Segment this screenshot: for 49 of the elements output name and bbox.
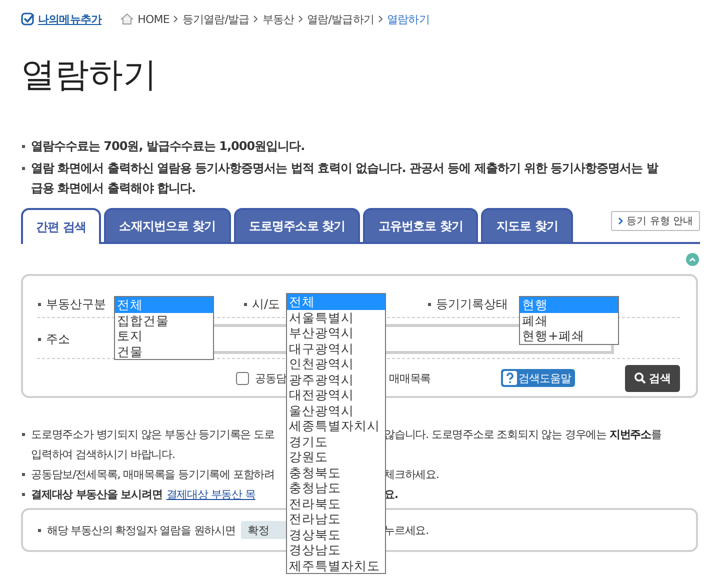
chevron-icon [378, 15, 384, 23]
chevron-icon [173, 15, 178, 23]
breadcrumb-item[interactable]: 열람/발급하기 [307, 12, 374, 26]
notice-text: 체크하세요. [384, 466, 439, 482]
guide-button[interactable]: 등기 유형 안내 [610, 211, 700, 231]
notice-text: 입력하여 검색하시기 바랍니다. [31, 446, 175, 462]
search-tab[interactable]: 소재지번으로 찾기 [104, 208, 231, 242]
list-option[interactable]: 집합건물 [115, 312, 213, 328]
dropdown-menu[interactable]: 전체 서울특별시 부산광역시 대구광역시 인천광역시 광주광역시 대전광역시 울산광역시 세종특별자치시 경기도 강원도 충청북도 충청남도 전라북도 전라남도 경상북도 경상남도 제주특별자치도 [286, 293, 386, 574]
search-tab[interactable]: 간편 검색 [21, 208, 102, 244]
checkbox-icon [21, 12, 35, 26]
chevron-icon [253, 15, 258, 23]
notice-text: 결제대상 부동산을 보시려면 [31, 486, 162, 502]
dropdown-menu[interactable]: 현행 폐쇄 현행+폐쇄 [519, 296, 619, 344]
search-icon [634, 372, 646, 384]
page-title: 열람하기 [21, 54, 158, 97]
notice-text: 열람 화면에서 출력하신 열람용 등기사항증명서는 법적 효력이 없습니다. 관공서 등에 제출하기 위한 등기사항증명서는 발급용 화면에서 출력해야 합니다. [21, 158, 661, 198]
list-option[interactable]: 폐쇄 [520, 312, 618, 328]
notice-text: 열람수수료는 700원, 발급수수료는 1,000원입니다. [21, 136, 661, 156]
list-option[interactable]: 서울특별시 [287, 310, 385, 325]
home-icon [120, 13, 134, 25]
breadcrumb-item[interactable]: 부동산 [262, 12, 294, 26]
field-label: 부동산구분 [37, 296, 106, 312]
notice-text: 않습니다. 도로명주소로 조회되지 않는 경우에는 지번주소를 [384, 426, 662, 442]
search-tab[interactable]: 고유번호로 찾기 [363, 208, 478, 242]
help-icon [502, 371, 517, 385]
collapse-icon[interactable] [686, 252, 699, 266]
checkbox[interactable] [236, 372, 249, 384]
search-tab[interactable]: 지도로 찾기 [481, 208, 574, 242]
chevron-icon [618, 217, 623, 225]
field-label: 주소 [37, 330, 70, 348]
field-label: 시/도 [243, 296, 280, 312]
breadcrumb-item[interactable]: 열람하기 [387, 12, 430, 26]
breadcrumb-item[interactable]: 등기열람/발급 [182, 12, 250, 26]
chevron-icon [298, 15, 304, 23]
search-help-button[interactable]: 검색도움말 [500, 369, 576, 387]
info-text: 누르세요. [384, 522, 428, 538]
add-my-menu-link[interactable]: 나의메뉴추가 [21, 12, 102, 26]
breadcrumb-item[interactable]: HOME [138, 12, 170, 26]
info-text: 해당 부동산의 확정일자 열람을 원하시면 [47, 522, 236, 538]
notice-text: 도로명주소가 병기되지 않은 부동산 등기기록은 도로 [31, 426, 274, 442]
field-label: 등기기록상태 [427, 296, 508, 312]
dropdown-menu[interactable]: 전체 집합건물 토지 건물 [114, 296, 214, 360]
checkbox-label: 공동담 [255, 370, 286, 386]
search-button[interactable]: 검색 [625, 364, 680, 392]
search-tab[interactable]: 도로명주소로 찾기 [234, 208, 360, 242]
notice-text: 공동담보/전세목록, 매매목록을 등기기록에 포함하려 [31, 466, 274, 482]
payment-list-link[interactable]: 결제대상 부동산 목 [166, 486, 256, 502]
option-label: 매매목록 [389, 370, 431, 386]
